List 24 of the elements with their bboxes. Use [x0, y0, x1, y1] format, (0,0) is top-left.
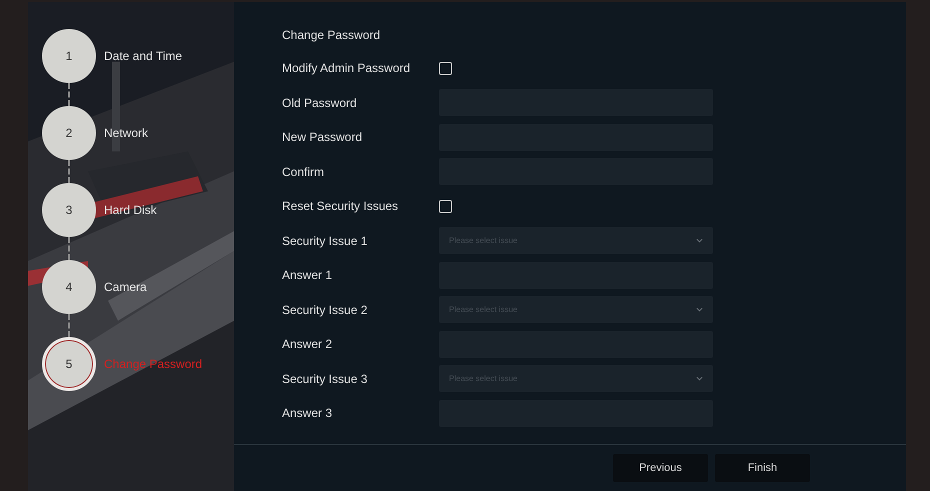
field-label: Old Password [282, 96, 358, 110]
field-label: Confirm [282, 164, 326, 179]
field-label: Security Issue 2 [282, 302, 368, 317]
step-label: Change Password [104, 357, 202, 371]
step-label: Hard Disk [104, 203, 157, 217]
field-label: Reset Security Issues [282, 199, 400, 214]
field-label: Answer 2 [282, 337, 334, 352]
field-label: Security Issue 1 [282, 234, 368, 248]
previous-button[interactable]: Previous [613, 454, 708, 482]
field-label: Security Issue 3 [282, 372, 368, 386]
field-label: Answer 3 [282, 406, 334, 420]
field-label: New Password [282, 130, 364, 144]
step-label: Date and Time [104, 49, 182, 63]
checkbox[interactable] [439, 62, 452, 75]
chevron-down-icon [696, 238, 703, 244]
finish-button[interactable]: Finish [715, 454, 810, 482]
step-label: Camera [104, 280, 147, 294]
step-label: Network [104, 126, 148, 140]
chevron-down-icon [696, 376, 703, 382]
field-label: Modify Admin Password [282, 61, 412, 76]
checkbox[interactable] [439, 200, 452, 213]
section-title: Change Password [282, 28, 382, 42]
field-label: Answer 1 [282, 268, 334, 282]
chevron-down-icon [696, 307, 703, 312]
